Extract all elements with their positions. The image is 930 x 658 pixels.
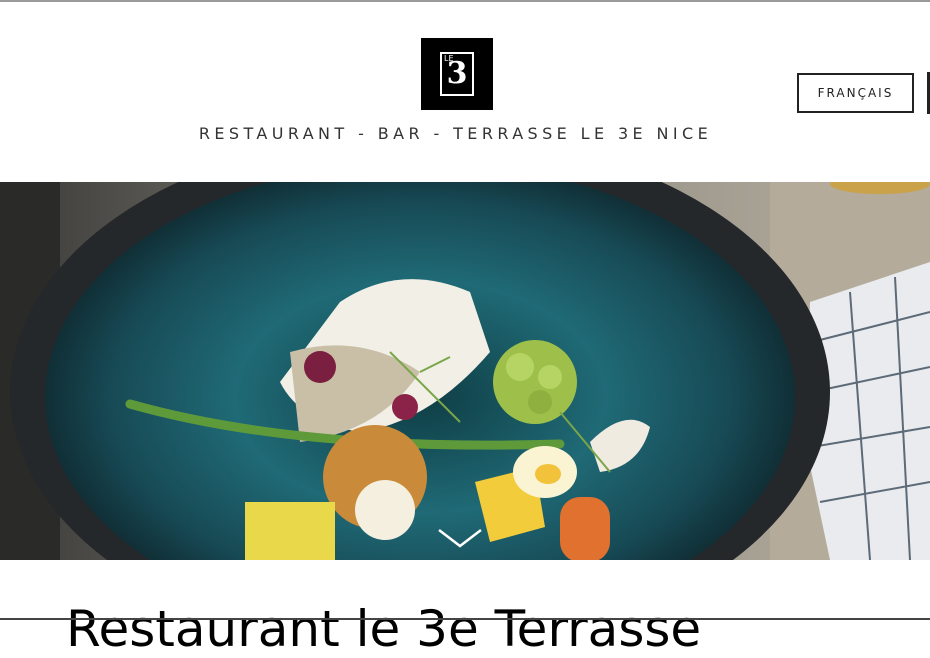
site-tagline: RESTAURANT - BAR - TERRASSE LE 3E NICE <box>198 124 713 143</box>
logo-number: 3 <box>446 56 468 91</box>
language-switch-button[interactable]: FRANÇAIS <box>797 73 914 113</box>
hero-dish-illustration <box>0 182 930 560</box>
logo-small-text: LE <box>444 54 454 63</box>
restaurant-logo[interactable]: LE 3 <box>421 38 493 110</box>
top-divider <box>0 0 930 2</box>
chevron-down-icon[interactable] <box>435 524 485 552</box>
logo-frame: LE 3 <box>440 52 474 96</box>
page-heading: Restaurant le 3e Terrasse <box>66 600 702 658</box>
hero-image <box>0 182 930 560</box>
